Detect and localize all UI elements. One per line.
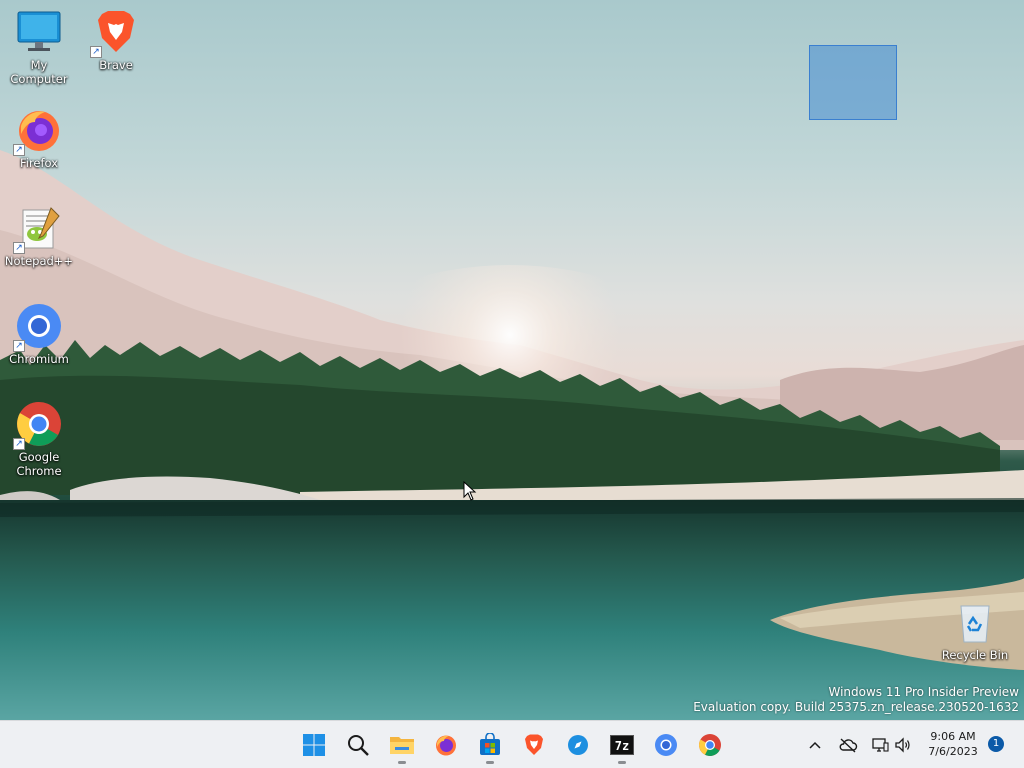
desktop-icon-notepadpp[interactable]: ↗ Notepad++ — [1, 204, 77, 268]
taskbar-google-chrome[interactable] — [690, 725, 730, 765]
speaker-icon — [895, 737, 910, 753]
desktop-icon-chromium[interactable]: ↗ Chromium — [1, 302, 77, 366]
desktop-icon-label: Brave — [99, 58, 133, 72]
taskbar-7zip[interactable]: 7z — [602, 725, 642, 765]
clock[interactable]: 9:06 AM 7/6/2023 — [925, 729, 981, 759]
desktop-icon-label: Recycle Bin — [941, 648, 1009, 662]
chrome-icon — [699, 734, 721, 756]
brave-icon — [525, 734, 543, 755]
folder-icon — [390, 737, 414, 754]
search-icon — [348, 735, 369, 756]
store-icon — [480, 733, 500, 755]
desktop[interactable]: My Computer ↗ Brave ↗ Firefox ↗ Notepad+… — [0, 0, 1024, 720]
taskbar-firefox[interactable] — [426, 725, 466, 765]
taskbar-microsoft-store[interactable] — [470, 725, 510, 765]
desktop-icon-my-computer[interactable]: My Computer — [1, 8, 77, 86]
selection-rectangle — [809, 45, 897, 120]
running-indicator — [398, 761, 406, 764]
network-icon — [872, 738, 889, 752]
desktop-icon-recycle-bin[interactable]: Recycle Bin — [937, 598, 1013, 662]
windows-watermark: Windows 11 Pro Insider Preview Evaluatio… — [693, 685, 1019, 715]
show-hidden-icons-chevron[interactable] — [805, 735, 825, 755]
desktop-icon-label: Google Chrome — [16, 450, 62, 478]
desktop-icon-google-chrome[interactable]: ↗ Google Chrome — [1, 400, 77, 478]
firefox-icon — [436, 735, 456, 756]
watermark-line-2: Evaluation copy. Build 25375.zn_release.… — [693, 700, 1019, 714]
shortcut-arrow-icon: ↗ — [13, 144, 25, 156]
running-indicator — [486, 761, 494, 764]
windows-start-icon — [303, 734, 325, 756]
desktop-icon-firefox[interactable]: ↗ Firefox — [1, 106, 77, 170]
onedrive-status[interactable] — [838, 735, 858, 755]
compass-icon — [568, 735, 588, 755]
desktop-icon-brave[interactable]: ↗ Brave — [78, 8, 154, 72]
chromium-icon — [655, 734, 677, 756]
shortcut-arrow-icon: ↗ — [90, 46, 102, 58]
cloud-offline-icon — [839, 738, 858, 753]
clock-date: 7/6/2023 — [928, 745, 978, 758]
desktop-icon-label: My Computer — [10, 58, 68, 86]
mouse-cursor-icon — [463, 481, 477, 501]
recycle-bin-icon — [960, 605, 990, 643]
watermark-line-1: Windows 11 Pro Insider Preview — [828, 685, 1019, 699]
shortcut-arrow-icon: ↗ — [13, 340, 25, 352]
taskbar-file-explorer[interactable] — [382, 725, 422, 765]
notification-badge[interactable]: 1 — [988, 736, 1004, 752]
taskbar-search-button[interactable] — [338, 725, 378, 765]
taskbar-compass-app[interactable] — [558, 725, 598, 765]
running-indicator — [618, 761, 626, 764]
network-status[interactable] — [870, 735, 890, 755]
desktop-icon-label: Notepad++ — [4, 254, 74, 268]
desktop-icon-label: Firefox — [19, 156, 59, 170]
shortcut-arrow-icon: ↗ — [13, 242, 25, 254]
taskbar-brave[interactable] — [514, 725, 554, 765]
computer-icon — [17, 11, 61, 51]
taskbar-start-button[interactable] — [294, 725, 334, 765]
taskbar-chromium[interactable] — [646, 725, 686, 765]
7zip-icon: 7z — [610, 735, 634, 755]
taskbar: 7z 9:06 AM 7/6/2023 — [0, 720, 1024, 768]
shortcut-arrow-icon: ↗ — [13, 438, 25, 450]
volume-control[interactable] — [893, 735, 913, 755]
desktop-icon-label: Chromium — [9, 352, 69, 366]
chevron-up-icon — [809, 741, 821, 749]
clock-time: 9:06 AM — [930, 730, 976, 743]
